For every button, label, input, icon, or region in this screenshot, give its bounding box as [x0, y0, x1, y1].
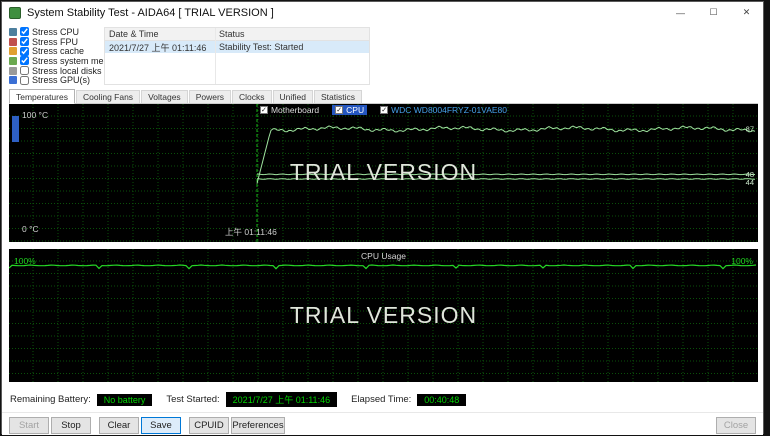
stress-option-gpu[interactable]: Stress GPU(s) — [9, 75, 103, 85]
checkbox-checked-icon: ✓ — [335, 106, 343, 114]
legend-label-cpu: CPU — [346, 105, 364, 115]
stress-gpu-checkbox[interactable] — [20, 76, 29, 85]
stress-cpu-label: Stress CPU — [32, 27, 79, 37]
log-cell-status: Stability Test: Started — [215, 41, 369, 53]
trial-version-watermark: TRIAL VERSION — [9, 301, 758, 328]
cpu-y-axis-left-label: 100% — [14, 256, 36, 266]
stress-fpu-checkbox[interactable] — [20, 37, 29, 46]
tab-temperatures[interactable]: Temperatures — [9, 89, 75, 104]
temperature-chart: 874844 ✓ Motherboard ✓ CPU ✓ WDC WD8004F… — [9, 104, 758, 242]
tab-clocks[interactable]: Clocks — [232, 90, 272, 103]
stress-options-list: Stress CPU Stress FPU Stress cache Stres… — [9, 27, 103, 85]
test-started-value: 2021/7/27 上午 01:11:46 — [226, 392, 337, 407]
checkbox-checked-icon: ✓ — [380, 106, 388, 114]
memory-icon — [9, 57, 17, 65]
stop-button[interactable]: Stop — [51, 417, 91, 434]
event-log-table[interactable]: Date & Time Status 2021/7/27 上午 01:11:46… — [104, 27, 370, 85]
log-header-row: Date & Time Status — [105, 28, 369, 41]
gpu-icon — [9, 76, 17, 84]
close-button[interactable]: Close — [716, 417, 756, 434]
log-cell-datetime: 2021/7/27 上午 01:11:46 — [105, 41, 215, 53]
trial-version-watermark: TRIAL VERSION — [9, 159, 758, 186]
minimize-button[interactable]: — — [664, 2, 697, 23]
log-header-datetime[interactable]: Date & Time — [105, 28, 215, 40]
elapsed-time-label: Elapsed Time: — [351, 394, 411, 405]
stress-disks-checkbox[interactable] — [20, 66, 29, 75]
remaining-battery-value: No battery — [97, 394, 153, 406]
current-value-indicator-bar — [12, 116, 19, 142]
remaining-battery-label: Remaining Battery: — [10, 394, 91, 405]
tab-bar: Temperatures Cooling Fans Voltages Power… — [9, 89, 758, 104]
stress-cpu-checkbox[interactable] — [20, 27, 29, 36]
tab-statistics[interactable]: Statistics — [314, 90, 362, 103]
cpu-y-axis-right-label: 100% — [731, 256, 753, 266]
stress-fpu-label: Stress FPU — [32, 37, 78, 47]
legend-label-motherboard: Motherboard — [271, 105, 319, 115]
cpu-usage-chart-title: CPU Usage — [9, 251, 758, 261]
stress-gpu-label: Stress GPU(s) — [32, 75, 90, 85]
tab-unified[interactable]: Unified — [273, 90, 313, 103]
temperature-chart-legend: ✓ Motherboard ✓ CPU ✓ WDC WD8004FRYZ-01V… — [9, 105, 758, 115]
cpu-usage-chart: CPU Usage 100% 100% TRIAL VERSION — [9, 249, 758, 382]
x-axis-start-time-label: 上午 01:11:46 — [225, 226, 277, 238]
stress-cache-label: Stress cache — [32, 46, 84, 56]
close-icon: ✕ — [743, 7, 751, 18]
svg-text:87: 87 — [746, 125, 754, 134]
tab-powers[interactable]: Powers — [189, 90, 231, 103]
window-controls: — ☐ ✕ — [664, 2, 763, 23]
aida64-app-icon — [9, 7, 21, 19]
stress-option-cache[interactable]: Stress cache — [9, 46, 103, 56]
elapsed-time-value: 00:40:48 — [417, 394, 466, 406]
stress-option-memory[interactable]: Stress system memory — [9, 56, 103, 66]
test-started-label: Test Started: — [166, 394, 219, 405]
log-column-divider — [215, 28, 216, 84]
close-window-button[interactable]: ✕ — [730, 2, 763, 23]
window-title: System Stability Test - AIDA64 [ TRIAL V… — [27, 7, 274, 19]
button-bar: Start Stop Clear Save CPUID Preferences … — [2, 412, 763, 435]
y-axis-max-label: 100 °C — [22, 110, 48, 120]
preferences-button[interactable]: Preferences — [231, 417, 285, 434]
app-window: System Stability Test - AIDA64 [ TRIAL V… — [1, 1, 764, 434]
stress-disks-label: Stress local disks — [32, 66, 102, 76]
stress-option-disks[interactable]: Stress local disks — [9, 66, 103, 76]
y-axis-min-label: 0 °C — [22, 224, 39, 234]
tab-cooling-fans[interactable]: Cooling Fans — [76, 90, 140, 103]
stress-option-cpu[interactable]: Stress CPU — [9, 27, 103, 37]
legend-item-motherboard[interactable]: ✓ Motherboard — [257, 105, 322, 115]
save-button[interactable]: Save — [141, 417, 181, 434]
stress-cache-checkbox[interactable] — [20, 47, 29, 56]
log-row[interactable]: 2021/7/27 上午 01:11:46 Stability Test: St… — [105, 41, 369, 53]
disk-icon — [9, 67, 17, 75]
minimize-icon: — — [676, 8, 685, 18]
legend-item-cpu[interactable]: ✓ CPU — [332, 105, 367, 115]
checkbox-checked-icon: ✓ — [260, 106, 268, 114]
legend-item-wdc-disk[interactable]: ✓ WDC WD8004FRYZ-01VAE80 — [377, 105, 510, 115]
tab-voltages[interactable]: Voltages — [141, 90, 188, 103]
status-bar: Remaining Battery: No battery Test Start… — [10, 392, 480, 407]
log-header-status[interactable]: Status — [215, 28, 369, 40]
titlebar[interactable]: System Stability Test - AIDA64 [ TRIAL V… — [2, 2, 763, 23]
cache-icon — [9, 47, 17, 55]
stress-memory-checkbox[interactable] — [20, 56, 29, 65]
maximize-button[interactable]: ☐ — [697, 2, 730, 23]
cpuid-button[interactable]: CPUID — [189, 417, 229, 434]
maximize-icon: ☐ — [709, 7, 717, 18]
legend-label-wdc-disk: WDC WD8004FRYZ-01VAE80 — [391, 105, 507, 115]
start-button[interactable]: Start — [9, 417, 49, 434]
clear-button[interactable]: Clear — [99, 417, 139, 434]
stress-option-fpu[interactable]: Stress FPU — [9, 37, 103, 47]
fpu-icon — [9, 38, 17, 46]
cpu-icon — [9, 28, 17, 36]
